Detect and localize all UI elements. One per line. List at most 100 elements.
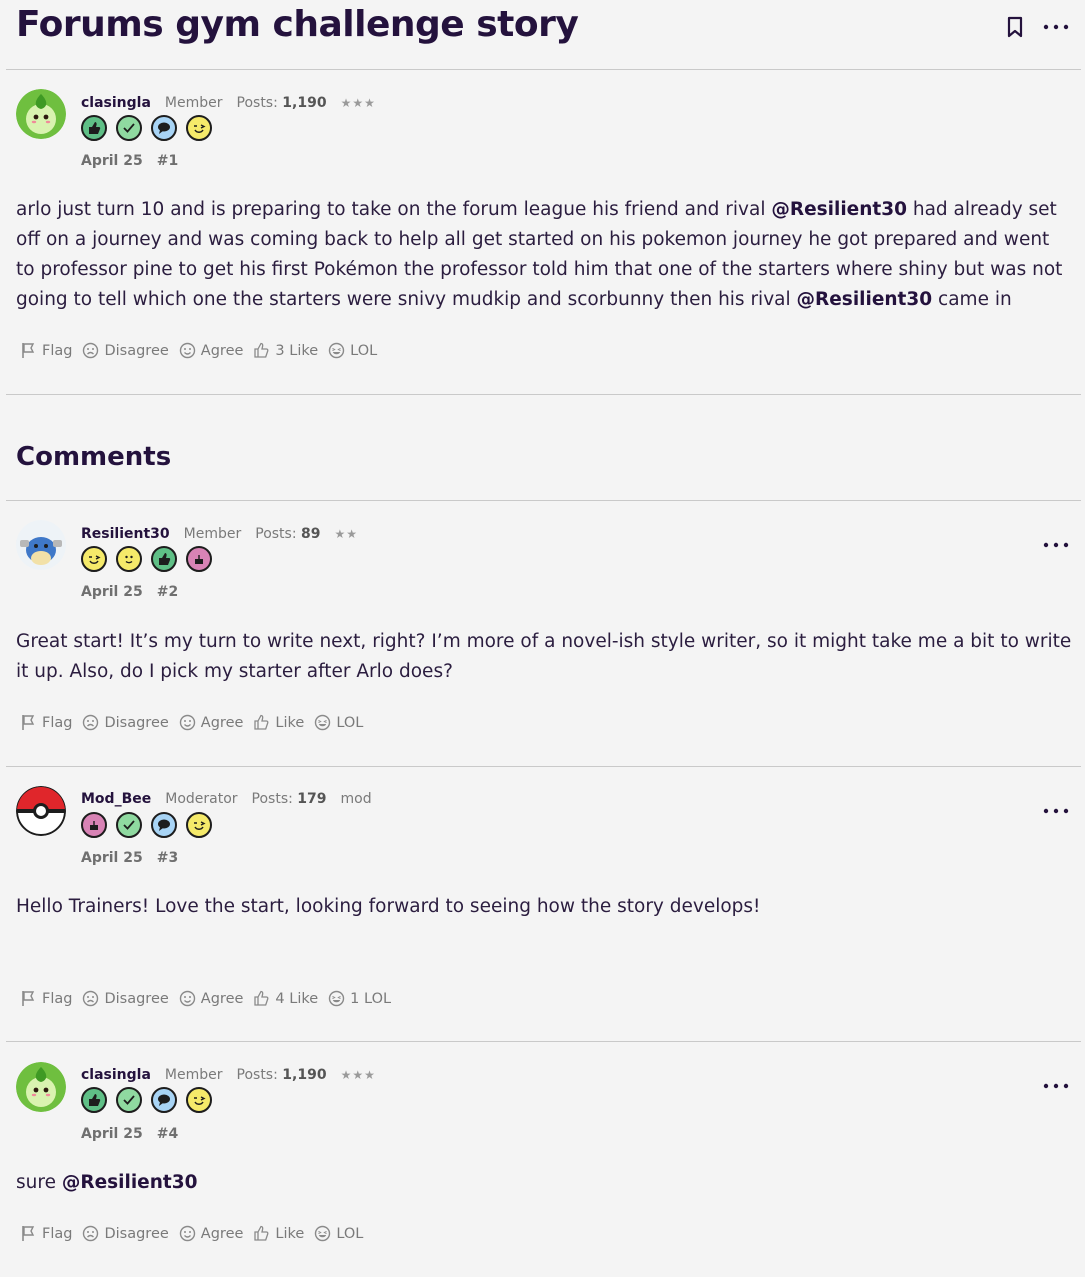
avatar[interactable] xyxy=(16,89,66,139)
post-meta: Resilient30 Member Posts: 89 ★★ xyxy=(81,526,358,542)
wink-badge-icon[interactable] xyxy=(81,546,107,572)
avatar[interactable] xyxy=(16,786,66,836)
reaction-bar: Flag Disagree Agree Like LOL xyxy=(20,1225,363,1242)
post-number[interactable]: #2 xyxy=(157,584,178,600)
post-date-row: April 25 #1 xyxy=(81,153,178,169)
bookmark-icon[interactable] xyxy=(1007,16,1023,38)
disagree-icon xyxy=(83,342,99,359)
agree-icon xyxy=(179,1225,195,1242)
more-icon[interactable] xyxy=(1043,799,1069,818)
rank-stars: ★★★ xyxy=(340,96,376,110)
badges xyxy=(81,812,212,838)
post-count: Posts: 179 xyxy=(251,791,327,807)
more-icon[interactable] xyxy=(1043,1074,1069,1093)
disagree-button[interactable]: Disagree xyxy=(82,714,169,731)
agree-button[interactable]: Agree xyxy=(179,342,243,359)
username[interactable]: Resilient30 xyxy=(81,526,170,542)
post-date-row: April 25 #3 xyxy=(81,850,178,866)
avatar[interactable] xyxy=(16,1062,66,1112)
post-number[interactable]: #3 xyxy=(157,850,178,866)
thumbs-up-badge-icon[interactable] xyxy=(151,546,177,572)
chat-badge-icon[interactable] xyxy=(151,812,177,838)
divider xyxy=(6,394,1081,395)
thumbs-up-badge-icon[interactable] xyxy=(81,1087,107,1113)
badges xyxy=(81,546,212,572)
agree-button[interactable]: Agree xyxy=(179,990,243,1007)
post-meta: clasingla Member Posts: 1,190 ★★★ xyxy=(81,95,376,111)
username[interactable]: clasingla xyxy=(81,1067,151,1083)
like-button[interactable]: Like xyxy=(253,714,304,731)
divider xyxy=(6,1041,1081,1042)
post-body: arlo just turn 10 and is preparing to ta… xyxy=(16,199,1063,310)
flag-button[interactable]: Flag xyxy=(20,1225,72,1242)
more-icon[interactable] xyxy=(1043,533,1069,552)
post-meta: Mod_Bee Moderator Posts: 179 mod xyxy=(81,791,372,807)
wink-badge-icon[interactable] xyxy=(186,1087,212,1113)
more-icon[interactable] xyxy=(1043,24,1069,30)
like-button[interactable]: 4 Like xyxy=(253,990,318,1007)
lol-icon xyxy=(315,714,331,731)
flag-icon xyxy=(22,991,35,1006)
user-role: Member xyxy=(183,526,242,542)
like-icon xyxy=(254,990,269,1006)
mention-link[interactable]: @Resilient30 xyxy=(771,199,907,220)
user-role: Member xyxy=(164,95,223,111)
thumbs-up-badge-icon[interactable] xyxy=(81,115,107,141)
check-badge-icon[interactable] xyxy=(116,1087,142,1113)
lol-icon xyxy=(328,342,345,359)
rank-label: mod xyxy=(340,791,372,807)
disagree-icon xyxy=(83,990,99,1007)
post-date[interactable]: April 25 xyxy=(81,1126,143,1142)
like-icon xyxy=(254,1225,269,1241)
like-icon xyxy=(254,342,269,358)
lol-button[interactable]: LOL xyxy=(314,1225,363,1242)
post-date[interactable]: April 25 xyxy=(81,153,143,169)
disagree-button[interactable]: Disagree xyxy=(82,990,169,1007)
lol-button[interactable]: 1 LOL xyxy=(328,990,391,1007)
wink-badge-icon[interactable] xyxy=(186,812,212,838)
flag-button[interactable]: Flag xyxy=(20,342,72,359)
mention-link[interactable]: @Resilient30 xyxy=(797,289,933,310)
lol-icon xyxy=(328,990,345,1007)
agree-icon xyxy=(179,714,195,731)
post-number[interactable]: #1 xyxy=(157,153,178,169)
like-button[interactable]: Like xyxy=(253,1225,304,1242)
post-body: Hello Trainers! Love the start, looking … xyxy=(16,896,761,917)
cake-badge-icon[interactable] xyxy=(81,812,107,838)
top-actions xyxy=(1007,16,1069,38)
post-date[interactable]: April 25 xyxy=(81,584,143,600)
wink-badge-icon[interactable] xyxy=(186,115,212,141)
chat-badge-icon[interactable] xyxy=(151,1087,177,1113)
flag-button[interactable]: Flag xyxy=(20,714,72,731)
disagree-icon xyxy=(83,1225,99,1242)
flag-button[interactable]: Flag xyxy=(20,990,72,1007)
avatar[interactable] xyxy=(16,520,66,570)
comments-heading: Comments xyxy=(16,442,172,472)
user-role: Member xyxy=(164,1067,223,1083)
badges xyxy=(81,115,212,141)
like-button[interactable]: 3 Like xyxy=(253,342,318,359)
rank-stars: ★★★ xyxy=(340,1068,376,1082)
mention-link[interactable]: @Resilient30 xyxy=(62,1172,198,1193)
chat-badge-icon[interactable] xyxy=(151,115,177,141)
agree-icon xyxy=(179,342,195,359)
username[interactable]: Mod_Bee xyxy=(81,791,151,807)
post-number[interactable]: #4 xyxy=(157,1126,178,1142)
check-badge-icon[interactable] xyxy=(116,115,142,141)
rank-stars: ★★ xyxy=(334,527,359,541)
post-count: Posts: 1,190 xyxy=(236,95,327,111)
disagree-button[interactable]: Disagree xyxy=(82,342,169,359)
check-badge-icon[interactable] xyxy=(116,812,142,838)
cake-badge-icon[interactable] xyxy=(186,546,212,572)
badges xyxy=(81,1087,212,1113)
username[interactable]: clasingla xyxy=(81,95,151,111)
lol-button[interactable]: LOL xyxy=(328,342,377,359)
post-count: Posts: 89 xyxy=(255,526,321,542)
smile-badge-icon[interactable] xyxy=(116,546,142,572)
post-meta: clasingla Member Posts: 1,190 ★★★ xyxy=(81,1067,376,1083)
agree-button[interactable]: Agree xyxy=(179,714,243,731)
agree-button[interactable]: Agree xyxy=(179,1225,243,1242)
lol-button[interactable]: LOL xyxy=(314,714,363,731)
disagree-button[interactable]: Disagree xyxy=(82,1225,169,1242)
post-date[interactable]: April 25 xyxy=(81,850,143,866)
